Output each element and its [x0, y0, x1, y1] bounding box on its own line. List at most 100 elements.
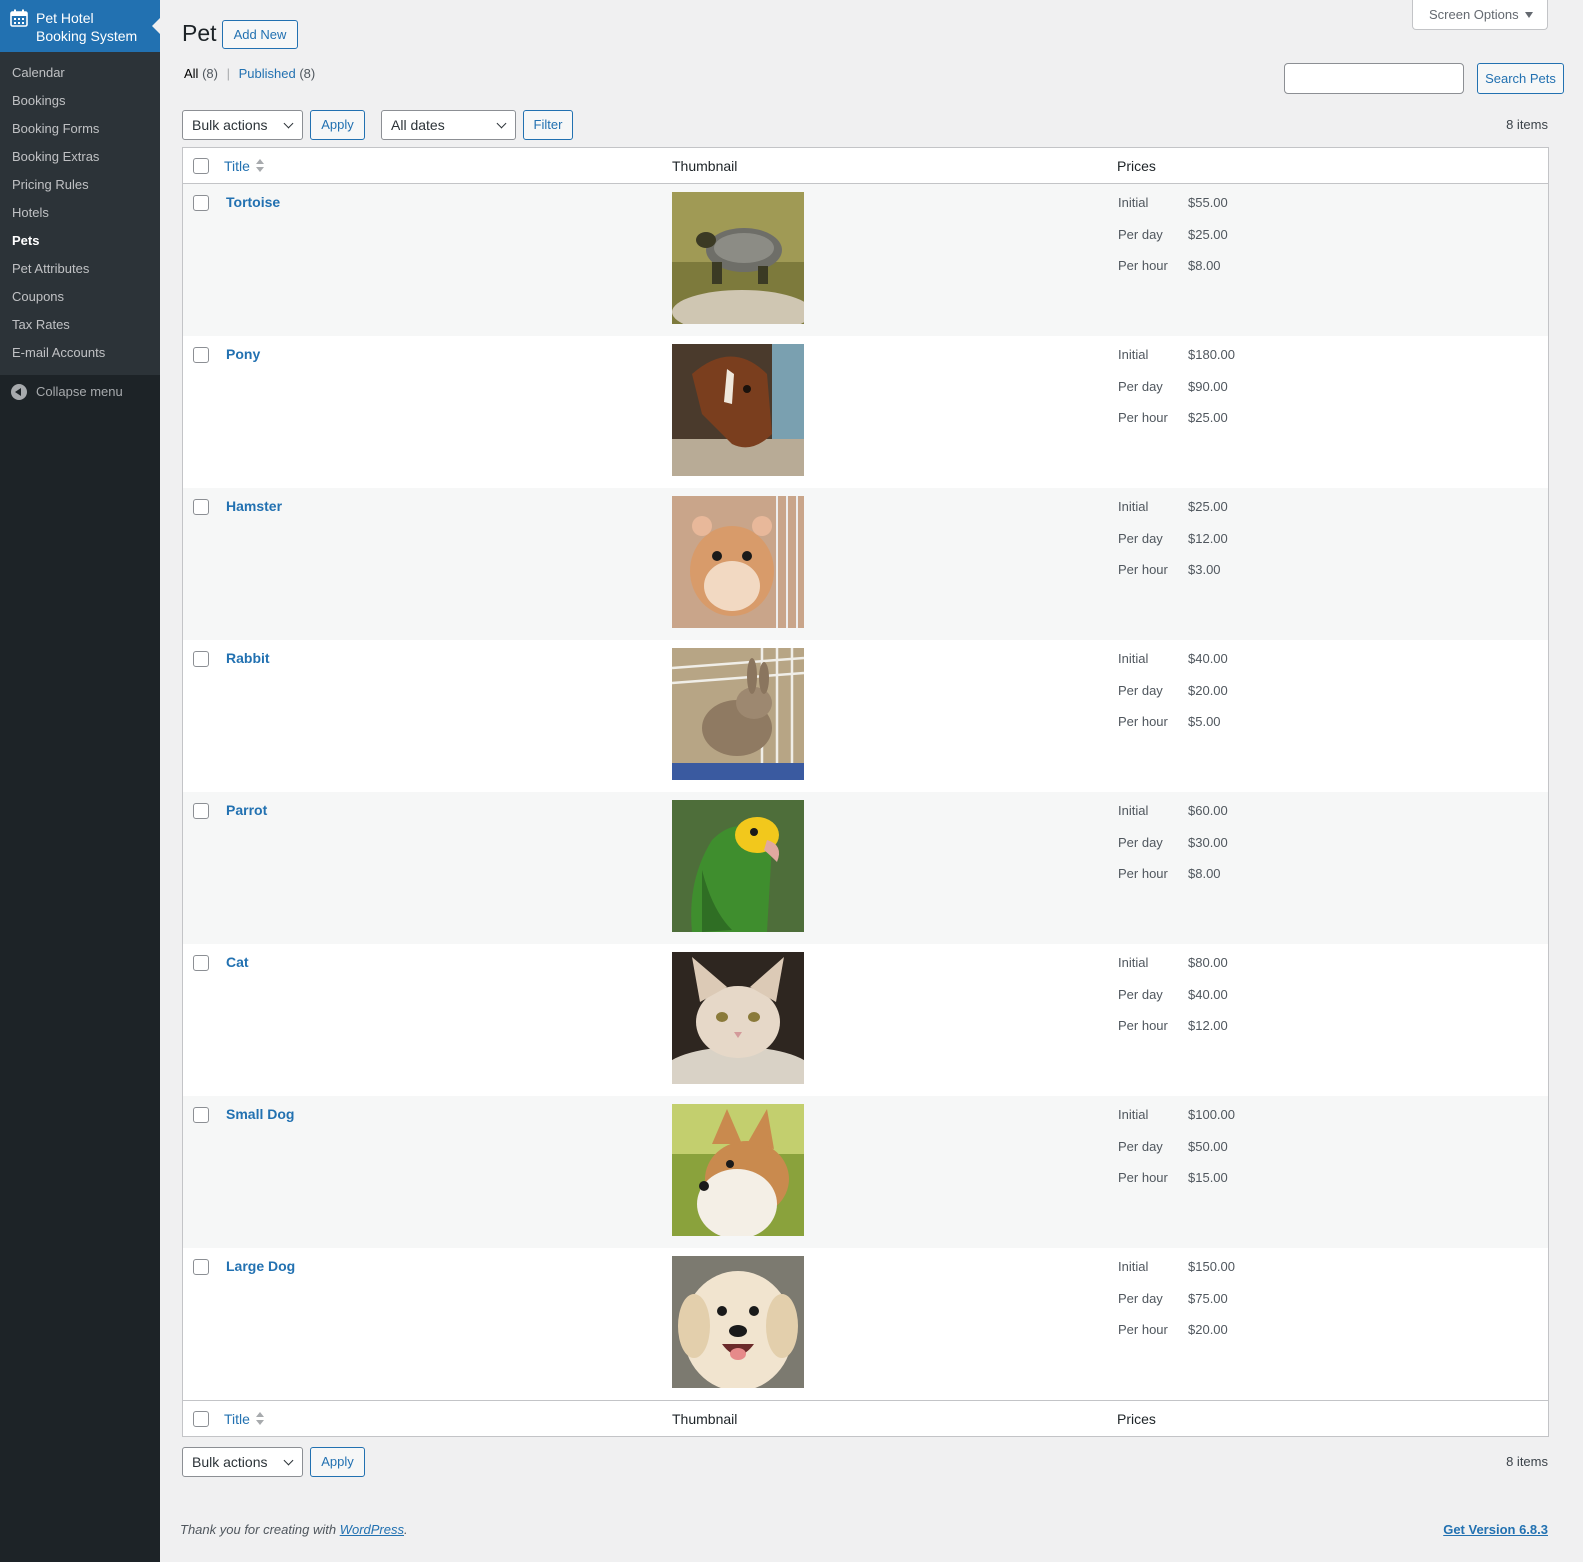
- sidebar-item-coupons[interactable]: Coupons: [0, 283, 160, 311]
- dates-select[interactable]: All dates: [381, 110, 516, 140]
- screen-options-label: Screen Options: [1429, 7, 1519, 22]
- table-row: Small Dog Initial $100.00 Per day $50.00: [183, 1096, 1548, 1248]
- current-menu-arrow: [152, 18, 160, 34]
- admin-sidebar: Pet Hotel Booking System Calendar Bookin…: [0, 0, 160, 1562]
- price-initial: $80.00: [1188, 955, 1228, 970]
- sidebar-item-hotels[interactable]: Hotels: [0, 199, 160, 227]
- row-checkbox[interactable]: [193, 651, 209, 667]
- select-all-checkbox[interactable]: [193, 158, 209, 174]
- price-per-hour: $8.00: [1188, 866, 1221, 881]
- add-new-button[interactable]: Add New: [222, 20, 298, 49]
- tortoise-photo[interactable]: [672, 192, 804, 324]
- select-all-checkbox-bottom[interactable]: [193, 1411, 209, 1427]
- price-per-day: $30.00: [1188, 834, 1228, 850]
- parrot-photo[interactable]: [672, 800, 804, 932]
- row-title-link[interactable]: Large Dog: [226, 1258, 295, 1274]
- row-checkbox[interactable]: [193, 803, 209, 819]
- price-label-initial: Initial: [1118, 955, 1149, 970]
- small-dog-photo[interactable]: [672, 1104, 804, 1236]
- sidebar-item-pet-attributes[interactable]: Pet Attributes: [0, 255, 160, 283]
- sort-icon: [255, 159, 265, 173]
- price-per-hour: $25.00: [1188, 410, 1228, 425]
- row-prices: Initial $180.00 Per day $90.00 Per hour $25…: [1118, 347, 1235, 442]
- price-label-per-day: Per day: [1118, 1290, 1163, 1306]
- get-version-link[interactable]: Get Version 6.8.3: [1443, 1522, 1548, 1537]
- collapse-menu-button[interactable]: Collapse menu: [0, 375, 160, 409]
- row-checkbox[interactable]: [193, 195, 209, 211]
- footer-thanks: Thank you for creating with WordPress.: [180, 1522, 408, 1537]
- price-label-per-day: Per day: [1118, 682, 1163, 698]
- menu-brand-pet-hotel[interactable]: Pet Hotel Booking System: [0, 0, 160, 52]
- screen-options-button[interactable]: Screen Options: [1412, 0, 1548, 30]
- row-checkbox[interactable]: [193, 955, 209, 971]
- wordpress-link[interactable]: WordPress: [340, 1522, 404, 1537]
- column-thumbnail-bottom: Thumbnail: [672, 1411, 738, 1427]
- pony-photo[interactable]: [672, 344, 804, 476]
- column-title-sort[interactable]: Title: [224, 158, 265, 174]
- page-title: Pet: [182, 20, 217, 46]
- price-per-day: $75.00: [1188, 1290, 1228, 1306]
- price-per-day: $90.00: [1188, 378, 1228, 394]
- bulk-actions-select-top[interactable]: Bulk actions: [182, 110, 303, 140]
- price-initial: $150.00: [1188, 1259, 1235, 1274]
- apply-button-bottom[interactable]: Apply: [310, 1447, 365, 1477]
- price-label-per-day: Per day: [1118, 530, 1163, 546]
- table-row: Cat Initial $80.00 Per day $40.00 Per hour…: [183, 944, 1548, 1096]
- chevron-down-icon: [283, 118, 294, 129]
- sidebar-item-pricing-rules[interactable]: Pricing Rules: [0, 171, 160, 199]
- dates-value: All dates: [391, 117, 445, 133]
- row-title-link[interactable]: Hamster: [226, 498, 282, 514]
- brand-line-2: Booking System: [36, 28, 138, 44]
- price-per-day: $20.00: [1188, 682, 1228, 698]
- sidebar-item-pets[interactable]: Pets: [0, 227, 160, 255]
- bulk-actions-select-bottom[interactable]: Bulk actions: [182, 1447, 303, 1477]
- price-label-per-hour: Per hour: [1118, 562, 1168, 577]
- hamster-photo[interactable]: [672, 496, 804, 628]
- table-row: Large Dog Initial $150.00 Per day $75.00 P…: [183, 1248, 1548, 1400]
- row-checkbox[interactable]: [193, 347, 209, 363]
- price-label-per-day: Per day: [1118, 226, 1163, 242]
- view-published-count: (8): [299, 66, 316, 81]
- row-title-link[interactable]: Parrot: [226, 802, 267, 818]
- cat-photo[interactable]: [672, 952, 804, 1084]
- price-label-per-hour: Per hour: [1118, 410, 1168, 425]
- search-input[interactable]: [1284, 63, 1464, 94]
- price-label-initial: Initial: [1118, 499, 1149, 514]
- sidebar-item-calendar[interactable]: Calendar: [0, 59, 160, 87]
- table-row: Rabbit Initial $40.00 Per day $20.00 Per h…: [183, 640, 1548, 792]
- sidebar-item-bookings[interactable]: Bookings: [0, 87, 160, 115]
- row-title-link[interactable]: Pony: [226, 346, 260, 362]
- row-checkbox[interactable]: [193, 499, 209, 515]
- row-title-link[interactable]: Small Dog: [226, 1106, 294, 1122]
- price-label-per-hour: Per hour: [1118, 1322, 1168, 1337]
- sidebar-item-tax-rates[interactable]: Tax Rates: [0, 311, 160, 339]
- row-title-link[interactable]: Tortoise: [226, 194, 280, 210]
- column-title-label: Title: [224, 158, 250, 174]
- collapse-arrow-icon: [11, 384, 27, 400]
- view-filters: All (8) | Published (8): [184, 66, 315, 81]
- large-dog-photo[interactable]: [672, 1256, 804, 1388]
- sidebar-item-booking-extras[interactable]: Booking Extras: [0, 143, 160, 171]
- chevron-down-icon: [496, 118, 507, 129]
- table-row: Hamster Initial $25.00 Per day $12.00 Per …: [183, 488, 1548, 640]
- price-label-per-day: Per day: [1118, 378, 1163, 394]
- items-count-top: 8 items: [1506, 117, 1548, 132]
- rabbit-photo[interactable]: [672, 648, 804, 780]
- row-checkbox[interactable]: [193, 1107, 209, 1123]
- sidebar-item-booking-forms[interactable]: Booking Forms: [0, 115, 160, 143]
- price-label-initial: Initial: [1118, 347, 1149, 362]
- view-all-link[interactable]: All: [184, 66, 198, 81]
- bulk-actions-value: Bulk actions: [192, 117, 268, 133]
- apply-button-top[interactable]: Apply: [310, 110, 365, 140]
- price-label-initial: Initial: [1118, 1259, 1149, 1274]
- column-thumbnail: Thumbnail: [672, 158, 738, 174]
- table-footer: Title Thumbnail Prices: [183, 1400, 1548, 1436]
- sidebar-item-email-accounts[interactable]: E-mail Accounts: [0, 339, 160, 367]
- row-title-link[interactable]: Cat: [226, 954, 249, 970]
- filter-button[interactable]: Filter: [523, 110, 573, 140]
- row-checkbox[interactable]: [193, 1259, 209, 1275]
- column-title-sort-bottom[interactable]: Title: [224, 1411, 265, 1427]
- row-title-link[interactable]: Rabbit: [226, 650, 270, 666]
- view-published-link[interactable]: Published: [239, 66, 296, 81]
- search-pets-button[interactable]: Search Pets: [1477, 63, 1564, 94]
